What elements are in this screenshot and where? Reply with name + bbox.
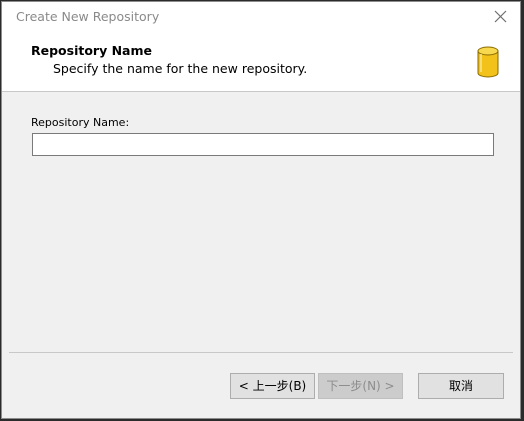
database-icon [477, 46, 499, 78]
window-title: Create New Repository [16, 9, 160, 24]
back-button[interactable]: < 上一步(B) [230, 373, 315, 399]
close-icon [494, 10, 507, 23]
header-title: Repository Name [31, 43, 152, 58]
footer-divider [9, 352, 513, 353]
wizard-header: Repository Name Specify the name for the… [2, 32, 520, 92]
next-button[interactable]: 下一步(N) > [318, 373, 403, 399]
title-bar[interactable]: Create New Repository [2, 2, 520, 32]
repository-name-label: Repository Name: [31, 116, 130, 129]
cancel-button[interactable]: 取消 [418, 373, 504, 399]
repository-name-input[interactable] [32, 133, 494, 156]
close-button[interactable] [490, 6, 512, 28]
header-subtitle: Specify the name for the new repository. [53, 61, 308, 76]
create-repository-dialog: Create New Repository Repository Name Sp… [1, 1, 521, 419]
